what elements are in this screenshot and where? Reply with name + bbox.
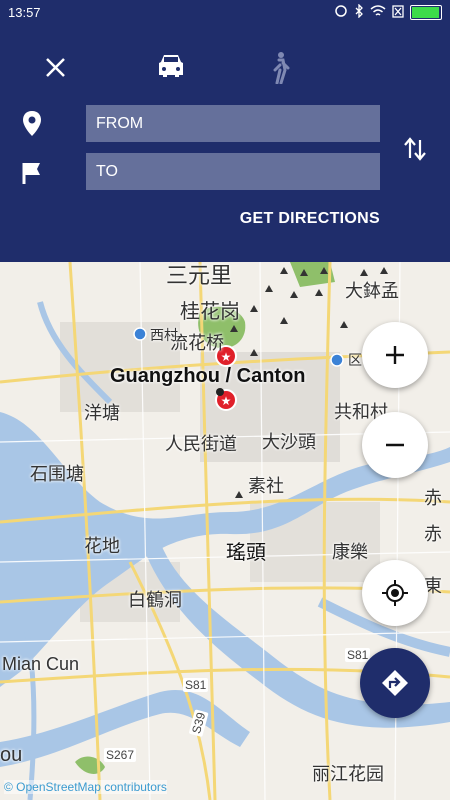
map-place-label: 赤 [424,524,442,544]
close-button[interactable] [42,54,70,82]
battery-icon [410,5,442,20]
map-place-label: 石围塘 [30,464,84,484]
car-mode-button[interactable] [154,50,188,84]
walk-mode-button[interactable] [266,50,294,85]
walk-icon [273,52,290,85]
from-field[interactable]: FROM [86,105,380,142]
poi-marker[interactable] [133,327,147,341]
map-place-label: 白鶴洞 [128,590,182,610]
directions-header: FROM TO GET DIRECTIONS [0,26,450,262]
zoom-in-button[interactable] [362,322,428,388]
map-place-label: 人民街道 [165,434,237,454]
signal-icon [334,5,348,20]
map-place-label: 西村 [150,327,178,343]
map-place-label: 洋塘 [84,403,120,423]
map-place-label: Mian Cun [2,654,80,674]
flag-icon [22,163,40,184]
directions-button[interactable] [360,648,430,718]
car-icon [159,55,183,77]
directions-icon [382,670,408,696]
get-directions-button[interactable]: GET DIRECTIONS [240,210,380,228]
no-sim-icon [392,4,404,21]
map-place-label: 康樂 [332,542,368,562]
map-place-label: 丽江花园 [312,764,384,784]
crosshair-icon [382,580,408,606]
from-location-icon [20,110,46,136]
svg-text:★: ★ [221,394,232,408]
status-time: 13:57 [8,5,41,20]
wifi-icon [370,5,386,20]
map-place-label: 三元里 [166,263,233,288]
zoom-out-button[interactable] [362,412,428,478]
map-place-label: 素社 [248,476,284,496]
minus-icon [386,443,404,447]
road-label: S81 [183,678,209,692]
to-placeholder: TO [96,163,118,180]
map-city-label: Guangzhou / Canton [110,365,306,387]
bluetooth-icon [354,3,364,21]
map-place-label: 瑤頭 [226,542,266,564]
map-place-label: ou [0,744,23,766]
map-place-label: 桂花岗 [180,301,240,323]
plus-icon [386,346,404,364]
map-place-label: 花地 [84,536,120,556]
my-location-button[interactable] [362,560,428,626]
to-field[interactable]: TO [86,153,380,190]
close-icon [46,58,65,77]
attribution-link[interactable]: © OpenStreetMap contributors [4,780,167,794]
swap-button[interactable] [402,134,430,164]
road-label: S267 [104,748,137,762]
poi-marker[interactable] [330,353,344,367]
map-place-label: 赤 [424,488,442,508]
map-place-label: 区 [348,352,362,368]
road-label: S81 [345,648,371,662]
to-destination-icon [20,160,46,186]
from-placeholder: FROM [96,115,144,132]
map-place-label: 流花桥 [170,333,224,353]
map-view[interactable]: ★ ★ 三元里 桂花岗 流花桥 西村 大鉢孟 区 Guangzhou / Can… [0,262,450,800]
swap-vertical-icon [404,137,426,161]
status-bar: 13:57 [0,0,450,26]
map-place-label: 大鉢孟 [345,281,399,301]
map-place-label: 大沙頭 [262,432,316,452]
city-center-dot [216,388,224,396]
location-pin-icon [23,111,41,136]
status-icons [334,3,442,21]
